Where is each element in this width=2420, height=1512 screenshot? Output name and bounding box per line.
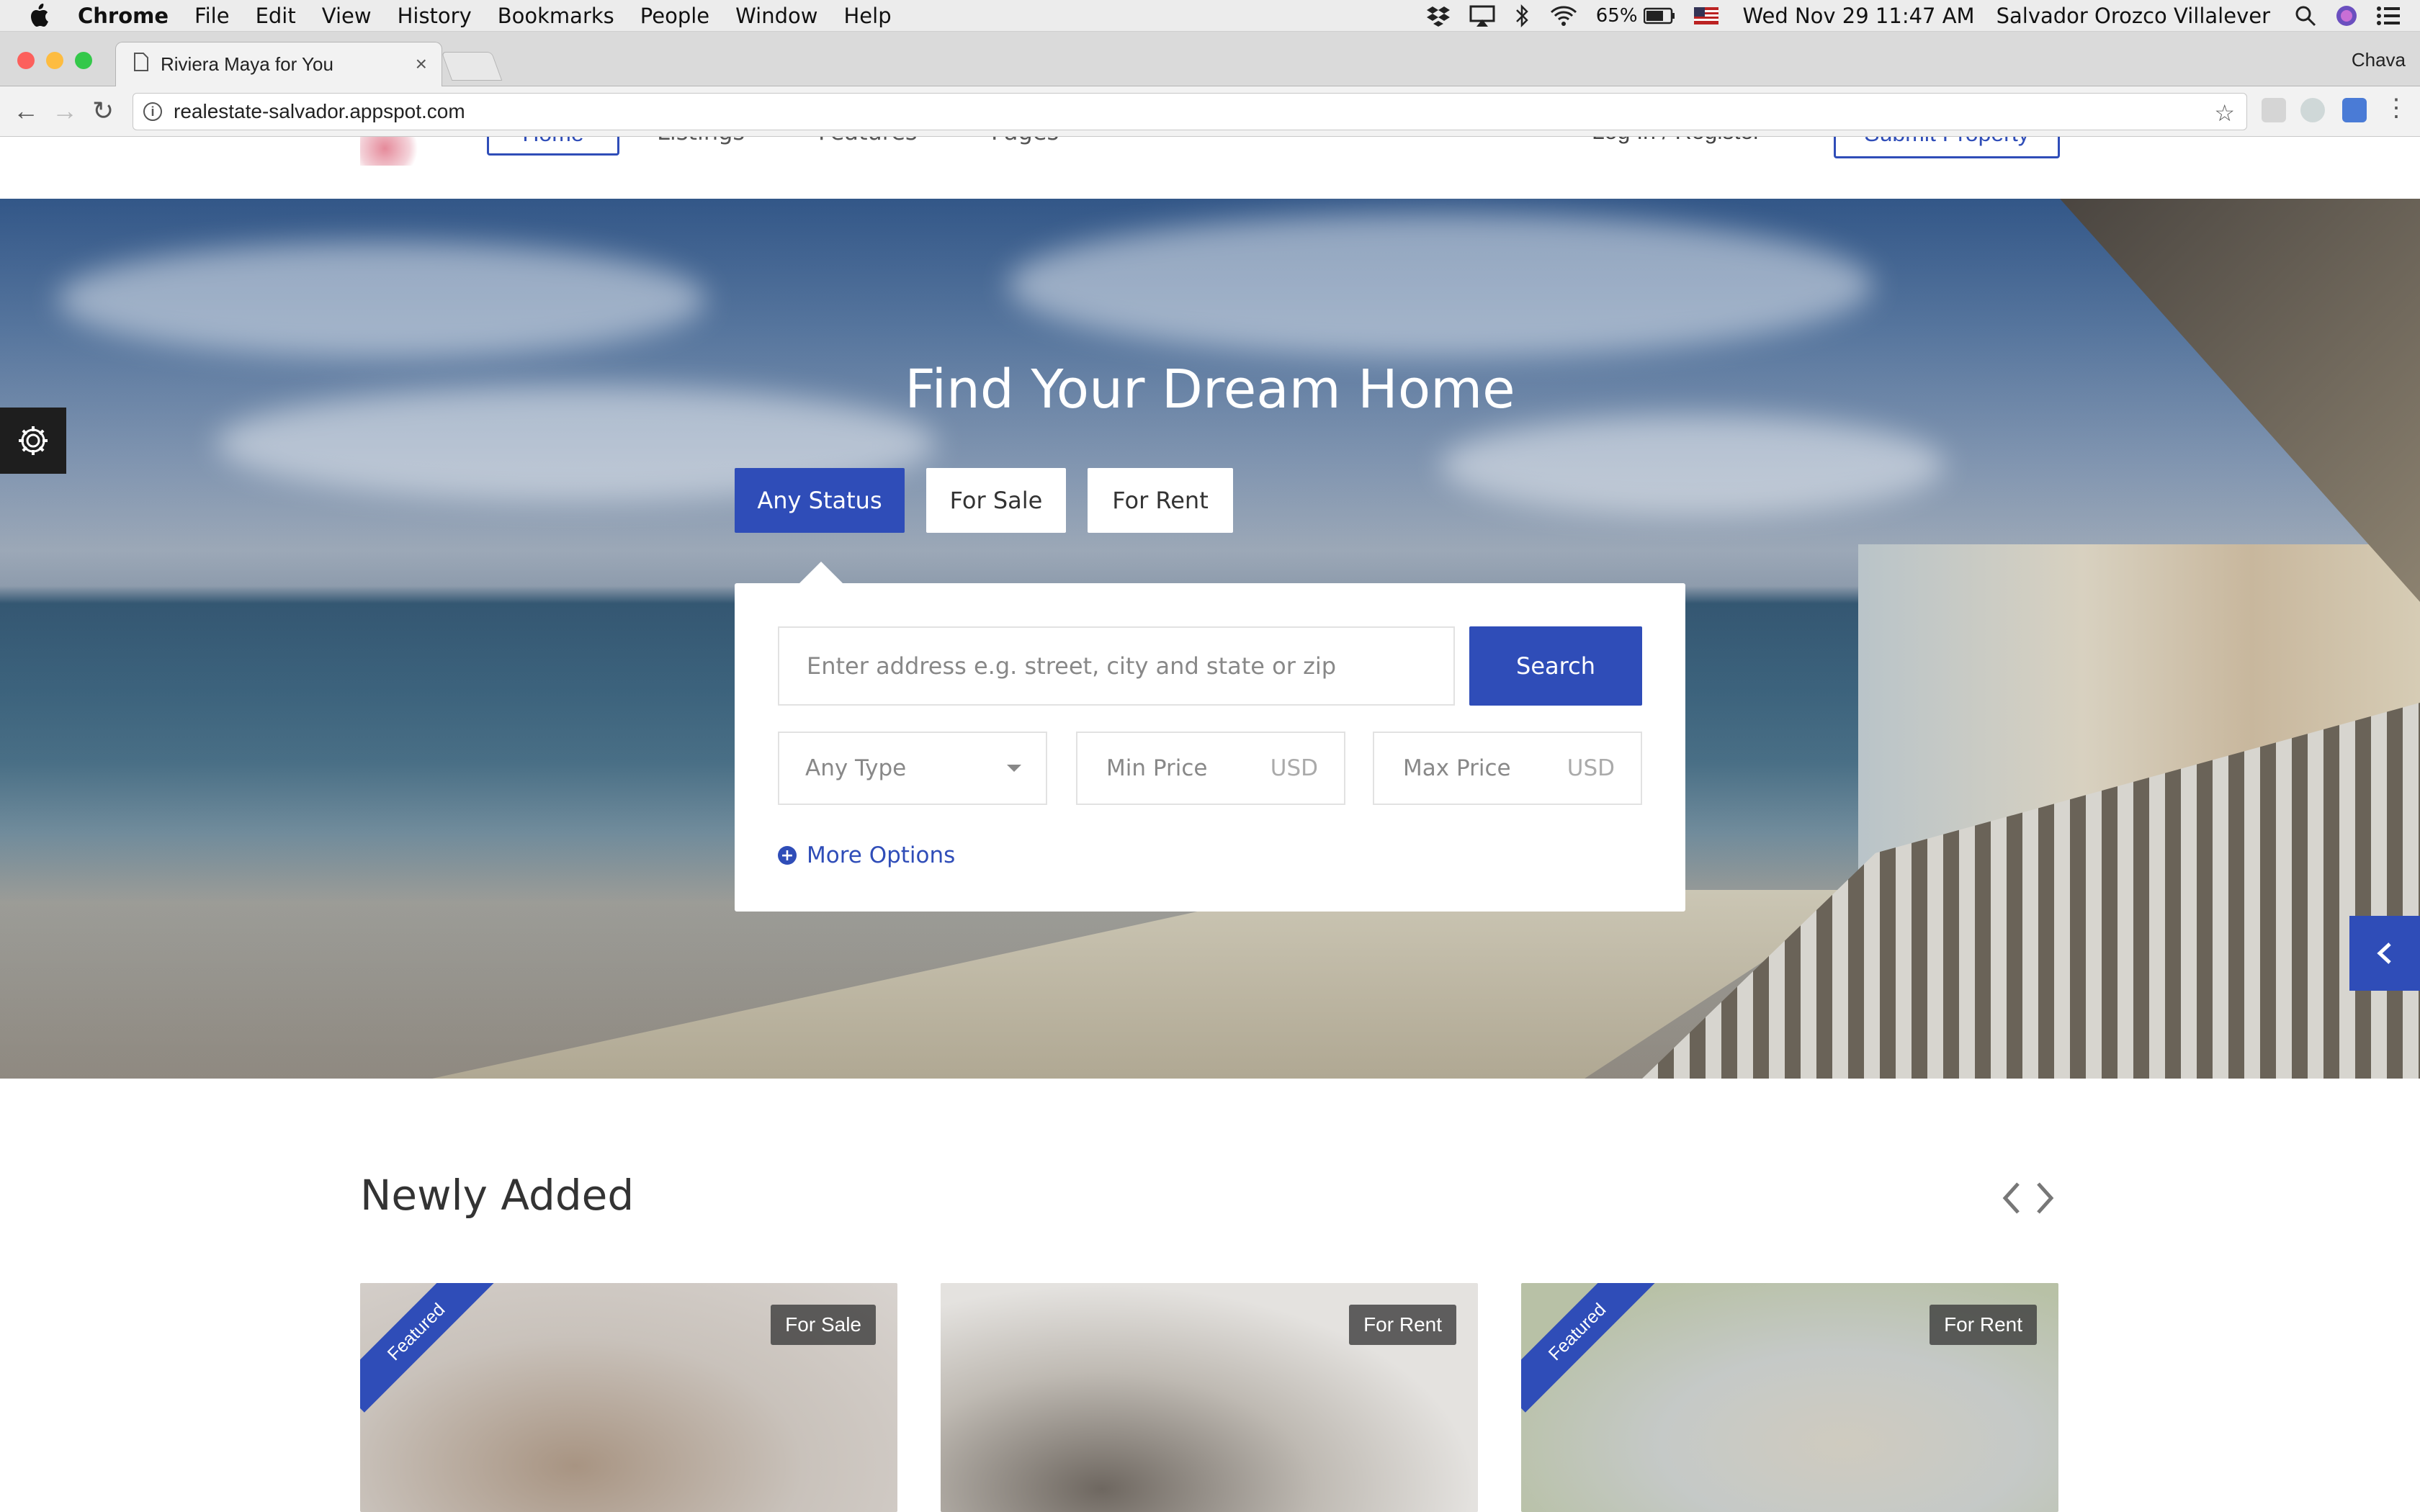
airplay-icon[interactable]: [1469, 5, 1495, 27]
max-price-currency: USD: [1567, 755, 1615, 781]
property-type-value: Any Type: [805, 755, 907, 781]
min-price-currency: USD: [1270, 755, 1318, 781]
wifi-icon[interactable]: [1550, 5, 1577, 27]
tab-title: Riviera Maya for You: [161, 53, 333, 75]
zoom-window-button[interactable]: [75, 52, 92, 69]
status-badge: For Rent: [1930, 1305, 2037, 1345]
property-type-select[interactable]: Any Type: [778, 732, 1047, 805]
search-button[interactable]: Search: [1469, 626, 1642, 706]
more-options-label: More Options: [807, 842, 956, 868]
notification-center-icon[interactable]: [2377, 6, 2400, 26]
spotlight-icon[interactable]: [2295, 5, 2316, 27]
nav-pages[interactable]: Pages: [991, 137, 1059, 145]
hero-cloud: [1008, 213, 1873, 357]
reload-icon[interactable]: ↻: [92, 96, 114, 125]
max-price-placeholder: Max Price: [1403, 755, 1511, 781]
status-sale-tab[interactable]: For Sale: [926, 468, 1066, 533]
menu-app-name[interactable]: Chrome: [78, 4, 169, 28]
status-rent-tab[interactable]: For Rent: [1088, 468, 1233, 533]
address-search-input[interactable]: Enter address e.g. street, city and stat…: [778, 626, 1455, 706]
search-panel: Enter address e.g. street, city and stat…: [735, 583, 1685, 912]
plus-circle-icon: +: [778, 846, 797, 865]
status-badge: For Sale: [771, 1305, 876, 1345]
siri-icon[interactable]: [2335, 4, 2358, 27]
user-name[interactable]: Salvador Orozco Villalever: [1996, 4, 2270, 28]
url-text: realestate-salvador.appspot.com: [174, 100, 465, 122]
chevron-left-icon[interactable]: [1999, 1181, 2024, 1215]
macos-menubar: Chrome File Edit View History Bookmarks …: [0, 0, 2420, 32]
site-logo[interactable]: [360, 137, 422, 166]
minimize-window-button[interactable]: [46, 52, 63, 69]
chevron-down-icon: [1007, 765, 1021, 772]
menu-bookmarks[interactable]: Bookmarks: [498, 4, 614, 28]
browser-tabstrip: Riviera Maya for You × Chava: [0, 32, 2420, 86]
carousel-arrows: [1999, 1181, 2057, 1215]
bookmark-star-icon[interactable]: ☆: [2214, 99, 2235, 127]
page-icon: [133, 52, 149, 77]
browser-toolbar: ← → ↻ i realestate-salvador.appspot.com …: [0, 86, 2420, 137]
extension-blue-icon[interactable]: [2342, 98, 2367, 122]
status-any-tab[interactable]: Any Status: [735, 468, 905, 533]
hero-title: Find Your Dream Home: [905, 359, 1515, 420]
menu-people[interactable]: People: [640, 4, 709, 28]
apple-icon[interactable]: [24, 1, 53, 30]
extension-icon[interactable]: [2262, 98, 2286, 122]
bluetooth-icon[interactable]: [1514, 4, 1531, 27]
close-tab-icon[interactable]: ×: [416, 53, 427, 76]
max-price-input[interactable]: Max Price USD: [1373, 732, 1642, 805]
browser-tab[interactable]: Riviera Maya for You ×: [115, 42, 442, 86]
nav-features[interactable]: Features: [818, 137, 918, 145]
dropbox-icon[interactable]: [1426, 5, 1451, 27]
address-bar[interactable]: i realestate-salvador.appspot.com ☆: [133, 93, 2247, 130]
property-card[interactable]: Featured For Sale: [360, 1283, 897, 1512]
hero-section: Find Your Dream Home Any Status For Sale…: [0, 199, 2420, 1079]
nav-listings[interactable]: Listings: [657, 137, 745, 145]
hero-cloud: [58, 242, 706, 357]
section-title: Newly Added: [360, 1171, 635, 1220]
menu-file[interactable]: File: [194, 4, 230, 28]
status-badge: For Rent: [1349, 1305, 1456, 1345]
property-card[interactable]: Featured For Rent: [1521, 1283, 2058, 1512]
forward-icon[interactable]: →: [52, 96, 78, 125]
chevron-left-icon: [2377, 942, 2391, 964]
chevron-right-icon[interactable]: [2033, 1181, 2057, 1215]
new-tab-button[interactable]: [441, 52, 503, 81]
gear-icon: [19, 426, 48, 455]
skype-icon[interactable]: [2300, 98, 2325, 122]
featured-ribbon: Featured: [360, 1283, 497, 1413]
flag-us-icon[interactable]: [1693, 7, 1718, 24]
profile-name[interactable]: Chava: [2352, 49, 2406, 71]
featured-ribbon: Featured: [1521, 1283, 1658, 1413]
menu-edit[interactable]: Edit: [256, 4, 296, 28]
hero-beach: [432, 890, 1873, 1079]
min-price-input[interactable]: Min Price USD: [1076, 732, 1345, 805]
site-header: Home Listings Features Pages Log In / Re…: [0, 137, 2420, 199]
menu-history[interactable]: History: [398, 4, 472, 28]
chrome-menu-icon[interactable]: ⋮: [2384, 94, 2408, 122]
battery-icon[interactable]: [1643, 7, 1675, 24]
hero-cloud: [1440, 415, 1945, 516]
property-card[interactable]: For Rent: [941, 1283, 1478, 1512]
close-window-button[interactable]: [17, 52, 35, 69]
battery-percent: 65%: [1595, 5, 1638, 27]
login-register-link[interactable]: Log In / Register: [1592, 137, 1761, 145]
menu-help[interactable]: Help: [843, 4, 891, 28]
info-icon[interactable]: i: [143, 102, 162, 121]
menu-view[interactable]: View: [322, 4, 372, 28]
menu-window[interactable]: Window: [735, 4, 817, 28]
nav-home[interactable]: Home: [487, 137, 619, 156]
side-panel-toggle[interactable]: [2349, 916, 2420, 991]
clock-datetime[interactable]: Wed Nov 29 11:47 AM: [1743, 4, 1975, 28]
min-price-placeholder: Min Price: [1106, 755, 1208, 781]
submit-property-button[interactable]: Submit Property: [1834, 137, 2060, 158]
back-icon[interactable]: ←: [13, 96, 39, 125]
panel-pointer: [799, 562, 843, 583]
more-options-link[interactable]: + More Options: [778, 842, 955, 868]
